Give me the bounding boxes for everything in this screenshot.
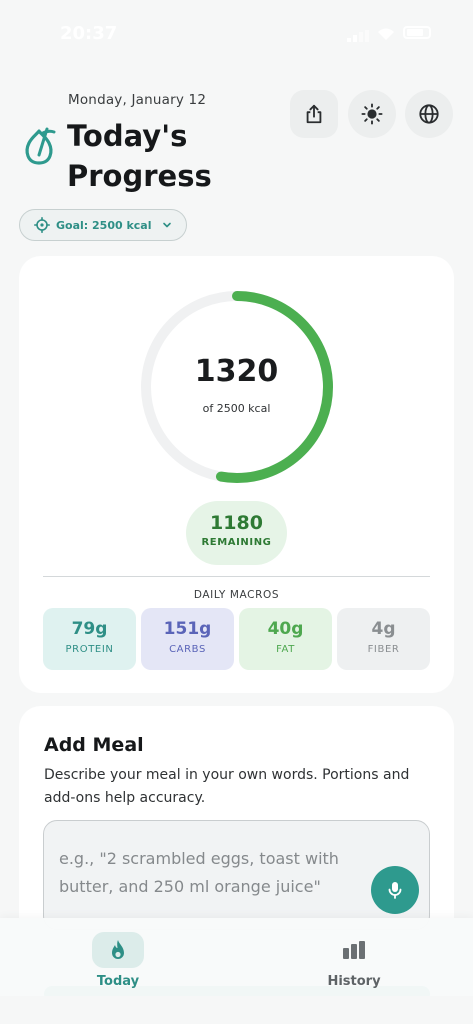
add-meal-title: Add Meal: [44, 734, 144, 756]
calories-consumed: 1320: [194, 354, 279, 389]
status-bar: 20:37: [0, 0, 473, 72]
app-screen: 20:37 Monday, January 12 Today's Progres…: [0, 0, 473, 1024]
chevron-down-icon: [163, 222, 172, 228]
crosshair-icon: [34, 217, 50, 233]
home-indicator-area: [0, 996, 473, 1024]
remaining-label: REMAINING: [201, 537, 272, 548]
share-icon: [306, 104, 322, 124]
nav-icon-wrap: [328, 932, 380, 968]
share-button[interactable]: [290, 90, 338, 138]
microphone-icon: [388, 882, 402, 899]
remaining-value: 1180: [210, 512, 263, 534]
tab-today-label: Today: [96, 974, 140, 989]
tab-history[interactable]: History: [294, 932, 414, 992]
battery-icon: [403, 26, 431, 39]
macro-value: 79g: [71, 619, 108, 639]
leaf-logo-icon: [21, 123, 57, 167]
divider: [43, 576, 430, 577]
flame-icon: [112, 940, 124, 959]
macro-label: PROTEIN: [65, 644, 114, 655]
macro-label: FIBER: [367, 644, 400, 655]
macro-value: 40g: [267, 619, 304, 639]
goal-label: Goal: 2500 kcal: [56, 218, 152, 232]
macro-value: 4g: [371, 619, 396, 639]
current-date: Monday, January 12: [68, 92, 207, 108]
macro-label: FAT: [276, 644, 295, 655]
macro-tile-carbs: 151g CARBS: [141, 608, 234, 670]
macro-value: 151g: [163, 619, 212, 639]
macros-title: DAILY MACROS: [193, 589, 280, 601]
macro-label: CARBS: [169, 644, 206, 655]
macro-tile-fiber: 4g FIBER: [337, 608, 430, 670]
progress-card: 1320 of 2500 kcal 1180 REMAINING DAILY M…: [19, 256, 454, 693]
signal-icon: [347, 27, 369, 42]
macro-tile-fat: 40g FAT: [239, 608, 332, 670]
voice-input-button[interactable]: [371, 866, 419, 914]
status-time: 20:37: [60, 23, 118, 44]
sun-icon: [361, 103, 383, 125]
bottom-navigation: Today History: [0, 918, 473, 996]
bar-chart-icon: [343, 941, 365, 959]
macro-tile-protein: 79g PROTEIN: [43, 608, 136, 670]
tab-history-label: History: [327, 974, 381, 989]
theme-toggle-button[interactable]: [348, 90, 396, 138]
remaining-badge: 1180 REMAINING: [186, 501, 287, 565]
wifi-icon: [377, 26, 395, 40]
tab-today[interactable]: Today: [58, 932, 178, 992]
language-button[interactable]: [405, 90, 453, 138]
status-icons: [347, 26, 431, 42]
meal-input-placeholder: e.g., "2 scrambled eggs, toast with butt…: [59, 849, 339, 896]
globe-icon: [419, 104, 439, 124]
goal-selector[interactable]: Goal: 2500 kcal: [19, 209, 187, 241]
meal-description-input[interactable]: e.g., "2 scrambled eggs, toast with butt…: [43, 820, 430, 930]
add-meal-description: Describe your meal in your own words. Po…: [44, 767, 410, 806]
page-title: Today's Progress: [67, 119, 212, 193]
nav-icon-wrap: [92, 932, 144, 968]
calories-goal: of 2500 kcal: [202, 402, 271, 415]
